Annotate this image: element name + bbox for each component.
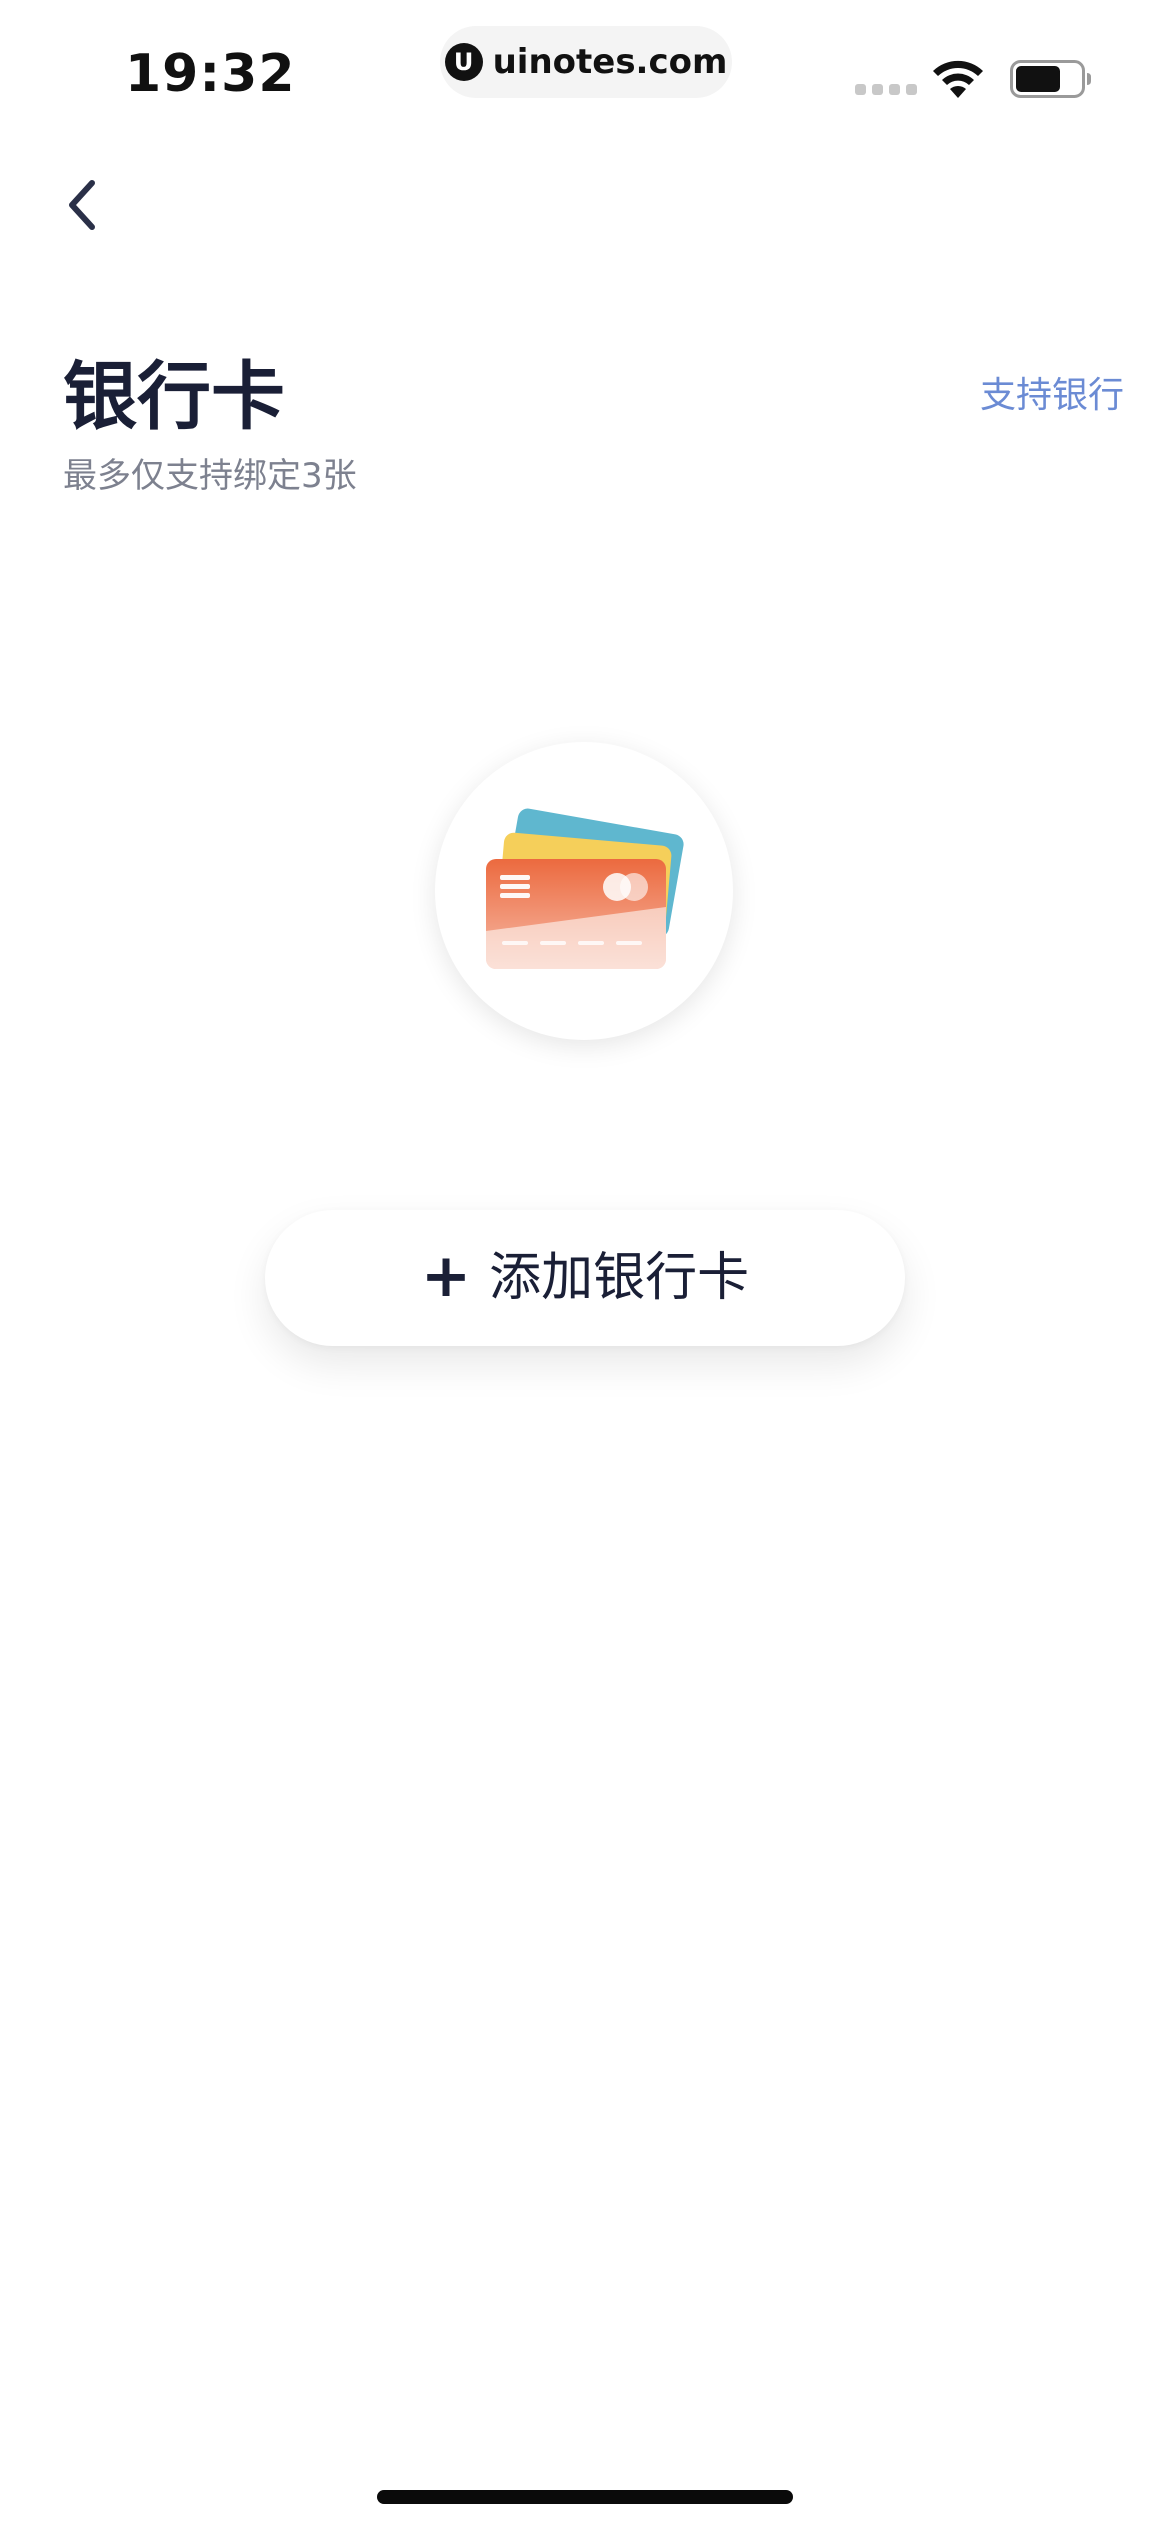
plus-icon: + xyxy=(420,1241,472,1311)
empty-state-illustration xyxy=(435,742,733,1040)
add-bank-card-button[interactable]: + 添加银行卡 xyxy=(265,1210,905,1346)
supported-banks-link[interactable]: 支持银行 xyxy=(980,372,1124,420)
url-pill: U uinotes.com xyxy=(440,26,732,98)
cellular-signal-icon xyxy=(855,84,917,95)
url-text: uinotes.com xyxy=(492,42,728,82)
add-bank-card-label: 添加银行卡 xyxy=(489,1248,750,1308)
site-logo-icon: U xyxy=(444,43,483,81)
back-button[interactable] xyxy=(52,170,112,240)
chevron-left-icon xyxy=(69,180,95,230)
bank-card-screen: 19:32 U uinotes.com 银行卡 最多仅支持绑定3张 支持银行 +… xyxy=(0,0,1170,2532)
wifi-icon xyxy=(933,60,983,98)
home-indicator[interactable] xyxy=(377,2490,793,2504)
page-title: 银行卡 xyxy=(63,354,285,440)
bank-cards-icon xyxy=(486,808,684,969)
page-subtitle: 最多仅支持绑定3张 xyxy=(63,456,357,496)
battery-icon xyxy=(1010,60,1091,98)
status-time: 19:32 xyxy=(125,44,296,104)
